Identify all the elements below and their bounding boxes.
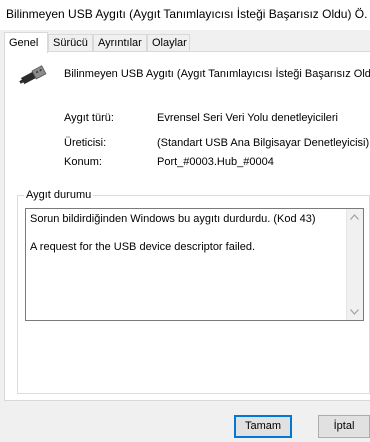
tab-genel[interactable]: Genel: [4, 32, 48, 53]
device-status-group-label: Aygıt durumu: [24, 189, 94, 201]
status-scrollbar[interactable]: [346, 209, 363, 320]
window-title: Bilinmeyen USB Aygıtı (Aygıt Tanımlayıcı…: [6, 7, 368, 21]
device-status-text: Sorun bildirdiğinden Windows bu aygıtı d…: [30, 213, 316, 253]
tab-olaylar[interactable]: Olaylar: [147, 34, 190, 51]
scroll-down-icon[interactable]: [350, 309, 359, 315]
scroll-up-icon[interactable]: [350, 214, 359, 220]
cancel-button[interactable]: İptal: [318, 415, 370, 438]
manufacturer-value: (Standart USB Ana Bilgisayar Denetleyici…: [157, 137, 370, 149]
title-bar: Bilinmeyen USB Aygıtı (Aygıt Tanımlayıcı…: [0, 0, 370, 30]
location-label: Konum:: [64, 156, 102, 168]
tab-ayrintilar[interactable]: Ayrıntılar: [93, 34, 147, 51]
device-name: Bilinmeyen USB Aygıtı (Aygıt Tanımlayıcı…: [64, 68, 370, 80]
device-type-label: Aygıt türü:: [64, 112, 114, 124]
device-type-value: Evrensel Seri Veri Yolu denetleyicileri: [157, 112, 338, 124]
device-status-textbox[interactable]: Sorun bildirdiğinden Windows bu aygıtı d…: [25, 208, 364, 321]
tab-surucu[interactable]: Sürücü: [48, 34, 93, 51]
usb-connector-icon: [19, 65, 47, 85]
ok-button[interactable]: Tamam: [234, 415, 292, 438]
manufacturer-label: Üreticisi:: [64, 137, 107, 149]
location-value: Port_#0003.Hub_#0004: [157, 156, 274, 168]
